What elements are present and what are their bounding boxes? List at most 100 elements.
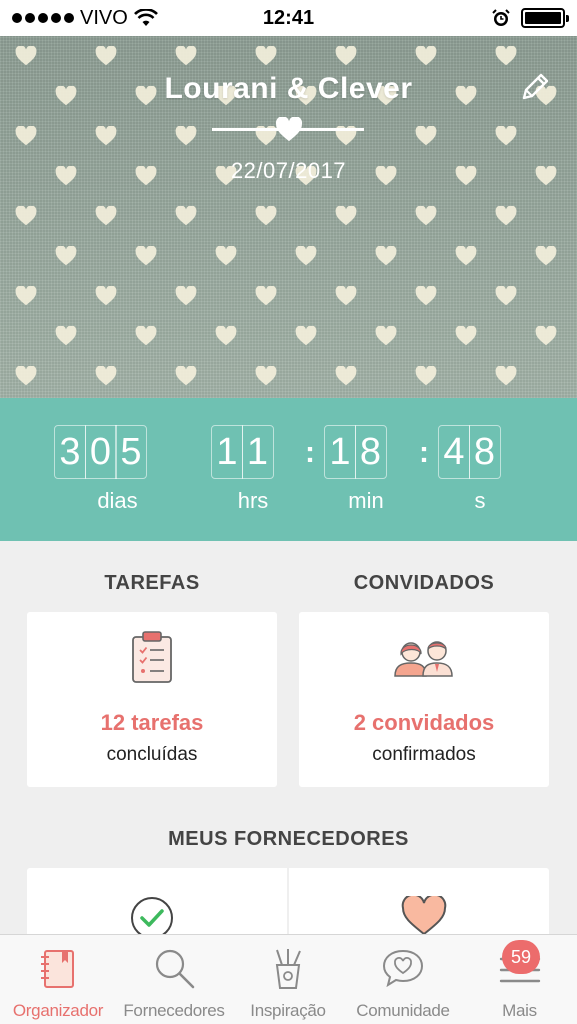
tasks-count: 12 tarefas <box>100 710 204 735</box>
pattern-heart-icon <box>535 246 557 266</box>
pattern-heart-icon <box>455 326 477 346</box>
digit: 8 <box>468 425 501 479</box>
tab-label: Mais <box>502 1001 537 1020</box>
digit: 1 <box>241 425 274 479</box>
pattern-heart-icon <box>175 126 197 146</box>
minutes-label: min <box>348 488 384 513</box>
vendors-section-title: MEUS FORNECEDORES <box>168 828 409 850</box>
tasks-subtitle: concluídas <box>106 744 198 765</box>
chat-heart-icon <box>382 949 424 988</box>
wedding-header: Lourani & Clever 22/07/2017 <box>0 36 577 398</box>
guests-subtitle: confirmados <box>372 744 476 765</box>
digit: 0 <box>84 425 117 479</box>
pattern-heart-icon <box>335 206 357 226</box>
colon-separator: : <box>419 436 429 469</box>
pattern-heart-icon <box>15 286 37 306</box>
guests-card[interactable]: 2 convidados confirmados <box>299 612 549 787</box>
couple-names: Lourani & Clever <box>164 72 413 105</box>
pattern-heart-icon <box>95 126 117 146</box>
pattern-heart-icon <box>415 46 437 66</box>
pattern-heart-icon <box>255 366 277 386</box>
tab-label: Fornecedores <box>123 1001 225 1020</box>
pattern-heart-icon <box>95 286 117 306</box>
tab-inspiracao[interactable]: Inspiração <box>232 935 344 1024</box>
pattern-heart-icon <box>215 246 237 266</box>
tab-bar: Organizador Fornecedores Inspiração Comu… <box>0 934 577 1024</box>
pattern-heart-icon <box>495 46 517 66</box>
alarm-icon <box>492 9 510 26</box>
pattern-heart-icon <box>55 246 77 266</box>
pattern-heart-icon <box>415 366 437 386</box>
pattern-heart-icon <box>215 326 237 346</box>
pattern-heart-icon <box>255 286 277 306</box>
pattern-heart-icon <box>415 206 437 226</box>
pattern-heart-icon <box>175 366 197 386</box>
days-label: dias <box>97 488 138 513</box>
pattern-heart-icon <box>55 326 77 346</box>
pattern-heart-icon <box>135 246 157 266</box>
pattern-heart-icon <box>95 46 117 66</box>
tasks-section-title: TAREFAS <box>104 572 200 594</box>
status-left: VIVO <box>12 7 158 30</box>
pattern-heart-icon <box>335 46 357 66</box>
status-right <box>491 8 569 28</box>
pattern-heart-icon <box>415 126 437 146</box>
heart-favorite-icon <box>401 896 447 936</box>
pencil-cup-icon <box>275 949 301 989</box>
pattern-heart-icon <box>535 326 557 346</box>
hours-label: hrs <box>237 488 269 513</box>
tab-label: Organizador <box>12 1001 104 1020</box>
tasks-card[interactable]: 12 tarefas concluídas <box>27 612 277 787</box>
guests-section-title: CONVIDADOS <box>353 572 495 594</box>
wedding-date: 22/07/2017 <box>230 158 347 183</box>
tab-organizador[interactable]: Organizador <box>0 935 116 1024</box>
pattern-heart-icon <box>495 366 517 386</box>
search-icon <box>155 949 195 989</box>
pattern-heart-icon <box>175 46 197 66</box>
pattern-heart-icon <box>455 246 477 266</box>
pattern-heart-icon <box>175 206 197 226</box>
carrier-name: VIVO <box>80 6 128 29</box>
colon-separator: : <box>305 436 315 469</box>
minutes-digits: 1 8 <box>324 425 387 479</box>
pattern-heart-icon <box>335 286 357 306</box>
pattern-heart-icon <box>15 126 37 146</box>
digit: 5 <box>115 425 147 479</box>
pattern-heart-icon <box>495 286 517 306</box>
tab-fornecedores[interactable]: Fornecedores <box>116 935 232 1024</box>
digit: 3 <box>54 425 86 479</box>
pattern-heart-icon <box>295 326 317 346</box>
pattern-heart-icon <box>375 326 397 346</box>
pattern-heart-icon <box>95 366 117 386</box>
vendors-hired-card[interactable] <box>27 868 287 939</box>
heart-icon <box>275 117 303 142</box>
tab-label: Comunidade <box>356 1001 450 1020</box>
battery-icon <box>521 8 569 28</box>
tab-label: Inspiração <box>250 1001 326 1020</box>
edit-pencil-icon[interactable] <box>520 70 552 102</box>
status-bar: VIVO 12:41 <box>0 0 577 36</box>
pattern-heart-icon <box>255 206 277 226</box>
seconds-digits: 4 8 <box>438 425 501 479</box>
pattern-heart-icon <box>95 206 117 226</box>
clipboard-checklist-icon <box>132 631 172 683</box>
wifi-icon <box>133 9 158 26</box>
pattern-heart-icon <box>255 46 277 66</box>
pattern-heart-icon <box>295 246 317 266</box>
pattern-heart-icon <box>495 206 517 226</box>
digit: 8 <box>354 425 387 479</box>
digit: 1 <box>211 425 243 479</box>
pattern-heart-icon <box>495 126 517 146</box>
notebook-icon <box>41 950 74 988</box>
hours-digits: 1 1 <box>211 425 274 479</box>
pattern-heart-icon <box>415 286 437 306</box>
guests-couple-icon <box>394 641 453 677</box>
digit: 1 <box>324 425 356 479</box>
pattern-heart-icon <box>175 286 197 306</box>
pattern-heart-icon <box>375 246 397 266</box>
vendors-favorites-card[interactable] <box>289 868 549 938</box>
pattern-heart-icon <box>15 366 37 386</box>
signal-strength-icon <box>12 13 74 23</box>
guests-count: 2 convidados <box>353 710 495 735</box>
tab-comunidade[interactable]: Comunidade <box>344 935 462 1024</box>
